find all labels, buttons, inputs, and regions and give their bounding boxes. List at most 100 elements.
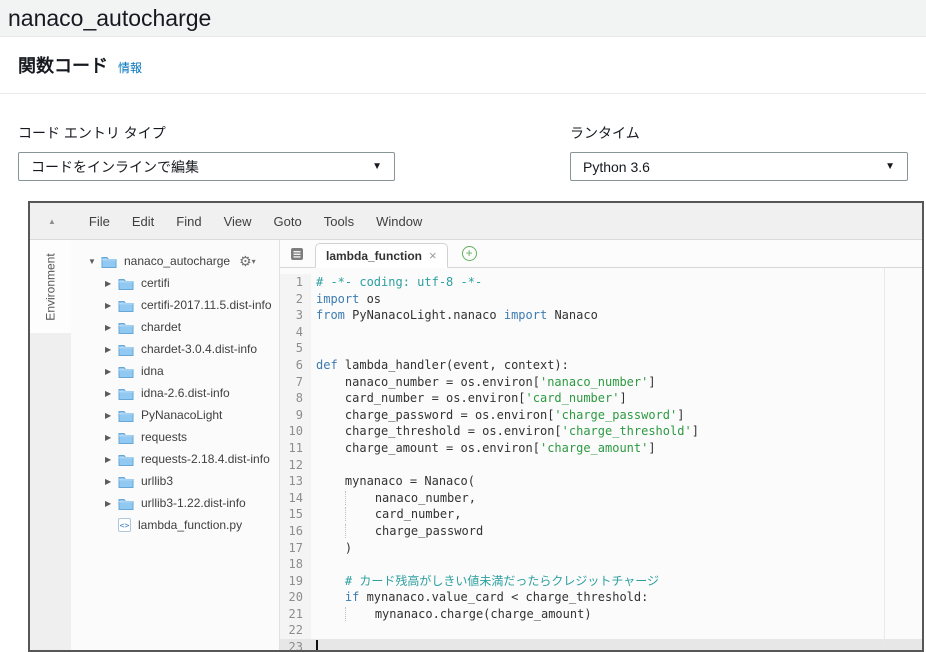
folder-icon [118,277,134,290]
page-header: nanaco_autocharge [0,0,926,37]
tree-item-chardet-3.0.4.dist-info[interactable]: ▶chardet-3.0.4.dist-info [75,338,279,360]
tree-item-urllib3[interactable]: ▶ urllib3 [75,470,279,492]
environment-tab[interactable]: Environment [30,240,71,333]
code-entry-type-select[interactable]: コードをインラインで編集 ▼ [18,152,395,181]
code-line-19[interactable]: 19 # カード残高がしきい値未満だったらクレジットチャージ [280,573,922,590]
tree-item-certifi[interactable]: ▶certifi [75,272,279,294]
editor-body: Environment ▼nanaco_autocharge⚙▾▶certifi… [30,240,922,650]
code-line-13[interactable]: 13 mynanaco = Nanaco( [280,473,922,490]
code-line-10[interactable]: 10 charge_threshold = os.environ['charge… [280,423,922,440]
gear-icon[interactable]: ⚙▾ [239,253,256,270]
code-line-text [311,556,316,573]
code-editor: ▲ FileEditFindViewGotoToolsWindow Enviro… [28,201,924,652]
chevron-collapsed-icon[interactable]: ▶ [105,279,118,288]
code-line-3[interactable]: 3from PyNanacoLight.nanaco import Nanaco [280,307,922,324]
code-line-text [311,622,316,639]
code-line-5[interactable]: 5 [280,340,922,357]
menu-tools[interactable]: Tools [313,214,365,229]
runtime-label: ランタイム [570,123,908,143]
tree-item-requests[interactable]: ▶requests [75,426,279,448]
chevron-expanded-icon[interactable]: ▼ [88,257,101,266]
menu-window[interactable]: Window [365,214,433,229]
chevron-collapsed-icon[interactable]: ▶ [105,411,118,420]
tree-item-certifi-2017.11.5.dist-info[interactable]: ▶ certifi-2017.11.5.dist-info [75,294,279,316]
chevron-collapsed-icon[interactable]: ▶ [105,433,118,442]
chevron-collapsed-icon[interactable]: ▶ [105,477,118,486]
collapse-editor-icon[interactable]: ▲ [48,217,56,226]
tree-item-PyNanacoLight[interactable]: ▶PyNanacoLight [75,404,279,426]
code-line-6[interactable]: 6def lambda_handler(event, context): [280,357,922,374]
code-area[interactable]: 1# -*- coding: utf-8 -*-2import os3from … [280,268,922,650]
tab-lambda-function[interactable]: lambda_function × [315,243,448,268]
menu-goto[interactable]: Goto [263,214,313,229]
scrollbar-track[interactable] [884,268,885,650]
menu-find[interactable]: Find [165,214,212,229]
code-line-text: nanaco_number, [311,490,476,507]
runtime-select[interactable]: Python 3.6 ▼ [570,152,908,181]
code-line-23[interactable]: 23 [280,639,922,650]
menu-edit[interactable]: Edit [121,214,165,229]
code-line-text: card_number, [311,506,462,523]
folder-icon [118,365,134,378]
code-line-15[interactable]: 15 card_number, [280,506,922,523]
code-line-2[interactable]: 2import os [280,291,922,308]
tab-title: lambda_function [326,249,422,263]
tree-item-nanaco_autocharge[interactable]: ▼ nanaco_autocharge ⚙▾ [75,250,279,272]
chevron-collapsed-icon[interactable]: ▶ [105,455,118,464]
line-number: 11 [280,440,311,457]
tree-item-chardet[interactable]: ▶chardet [75,316,279,338]
tree-item-requests-2.18.4.dist-info[interactable]: ▶requests-2.18.4.dist-info [75,448,279,470]
line-number: 8 [280,390,311,407]
chevron-collapsed-icon[interactable]: ▶ [105,367,118,376]
tree-item-label: nanaco_autocharge [124,254,230,268]
code-line-text: # カード残高がしきい値未満だったらクレジットチャージ [311,573,659,590]
tree-item-lambda_function.py[interactable]: <> lambda_function.py [75,514,279,536]
python-file-icon: <> [118,518,131,532]
code-line-18[interactable]: 18 [280,556,922,573]
code-line-14[interactable]: 14 nanaco_number, [280,490,922,507]
folder-icon [118,497,134,510]
menu-file[interactable]: File [78,214,121,229]
tree-item-label: certifi-2017.11.5.dist-info [141,298,272,312]
tree-item-urllib3-1.22.dist-info[interactable]: ▶urllib3-1.22.dist-info [75,492,279,514]
chevron-collapsed-icon[interactable]: ▶ [105,499,118,508]
code-line-21[interactable]: 21 mynanaco.charge(charge_amount) [280,606,922,623]
close-tab-icon[interactable]: × [429,248,437,263]
line-number: 13 [280,473,311,490]
page-title: nanaco_autocharge [8,5,211,32]
code-line-22[interactable]: 22 [280,622,922,639]
code-line-7[interactable]: 7 nanaco_number = os.environ['nanaco_num… [280,374,922,391]
code-line-12[interactable]: 12 [280,457,922,474]
new-tab-icon[interactable]: + [462,246,477,261]
section-header: 関数コード 情報 [0,37,926,94]
code-line-text [311,340,316,357]
code-line-17[interactable]: 17 ) [280,540,922,557]
code-line-8[interactable]: 8 card_number = os.environ['card_number'… [280,390,922,407]
tab-list-icon[interactable] [290,247,304,261]
code-line-20[interactable]: 20 if mynanaco.value_card < charge_thres… [280,589,922,606]
svg-text:<>: <> [120,521,130,530]
chevron-collapsed-icon[interactable]: ▶ [105,389,118,398]
chevron-collapsed-icon[interactable]: ▶ [105,323,118,332]
chevron-collapsed-icon[interactable]: ▶ [105,345,118,354]
code-line-text: card_number = os.environ['card_number'] [311,390,627,407]
tree-item-label: lambda_function.py [138,518,242,532]
tree-item-idna-2.6.dist-info[interactable]: ▶ idna-2.6.dist-info [75,382,279,404]
tree-item-label: idna-2.6.dist-info [141,386,230,400]
menu-view[interactable]: View [213,214,263,229]
code-line-11[interactable]: 11 charge_amount = os.environ['charge_am… [280,440,922,457]
code-line-text: # -*- coding: utf-8 -*- [311,274,482,291]
code-line-1[interactable]: 1# -*- coding: utf-8 -*- [280,274,922,291]
tree-item-label: urllib3 [141,474,173,488]
line-number: 19 [280,573,311,590]
code-line-4[interactable]: 4 [280,324,922,341]
line-number: 20 [280,589,311,606]
environment-strip: Environment [30,240,75,650]
info-link[interactable]: 情報 [118,59,142,76]
chevron-down-icon: ▼ [372,161,382,172]
chevron-collapsed-icon[interactable]: ▶ [105,301,118,310]
tree-item-idna[interactable]: ▶idna [75,360,279,382]
code-line-9[interactable]: 9 charge_password = os.environ['charge_p… [280,407,922,424]
code-line-text: import os [311,291,381,308]
code-line-16[interactable]: 16 charge_password [280,523,922,540]
